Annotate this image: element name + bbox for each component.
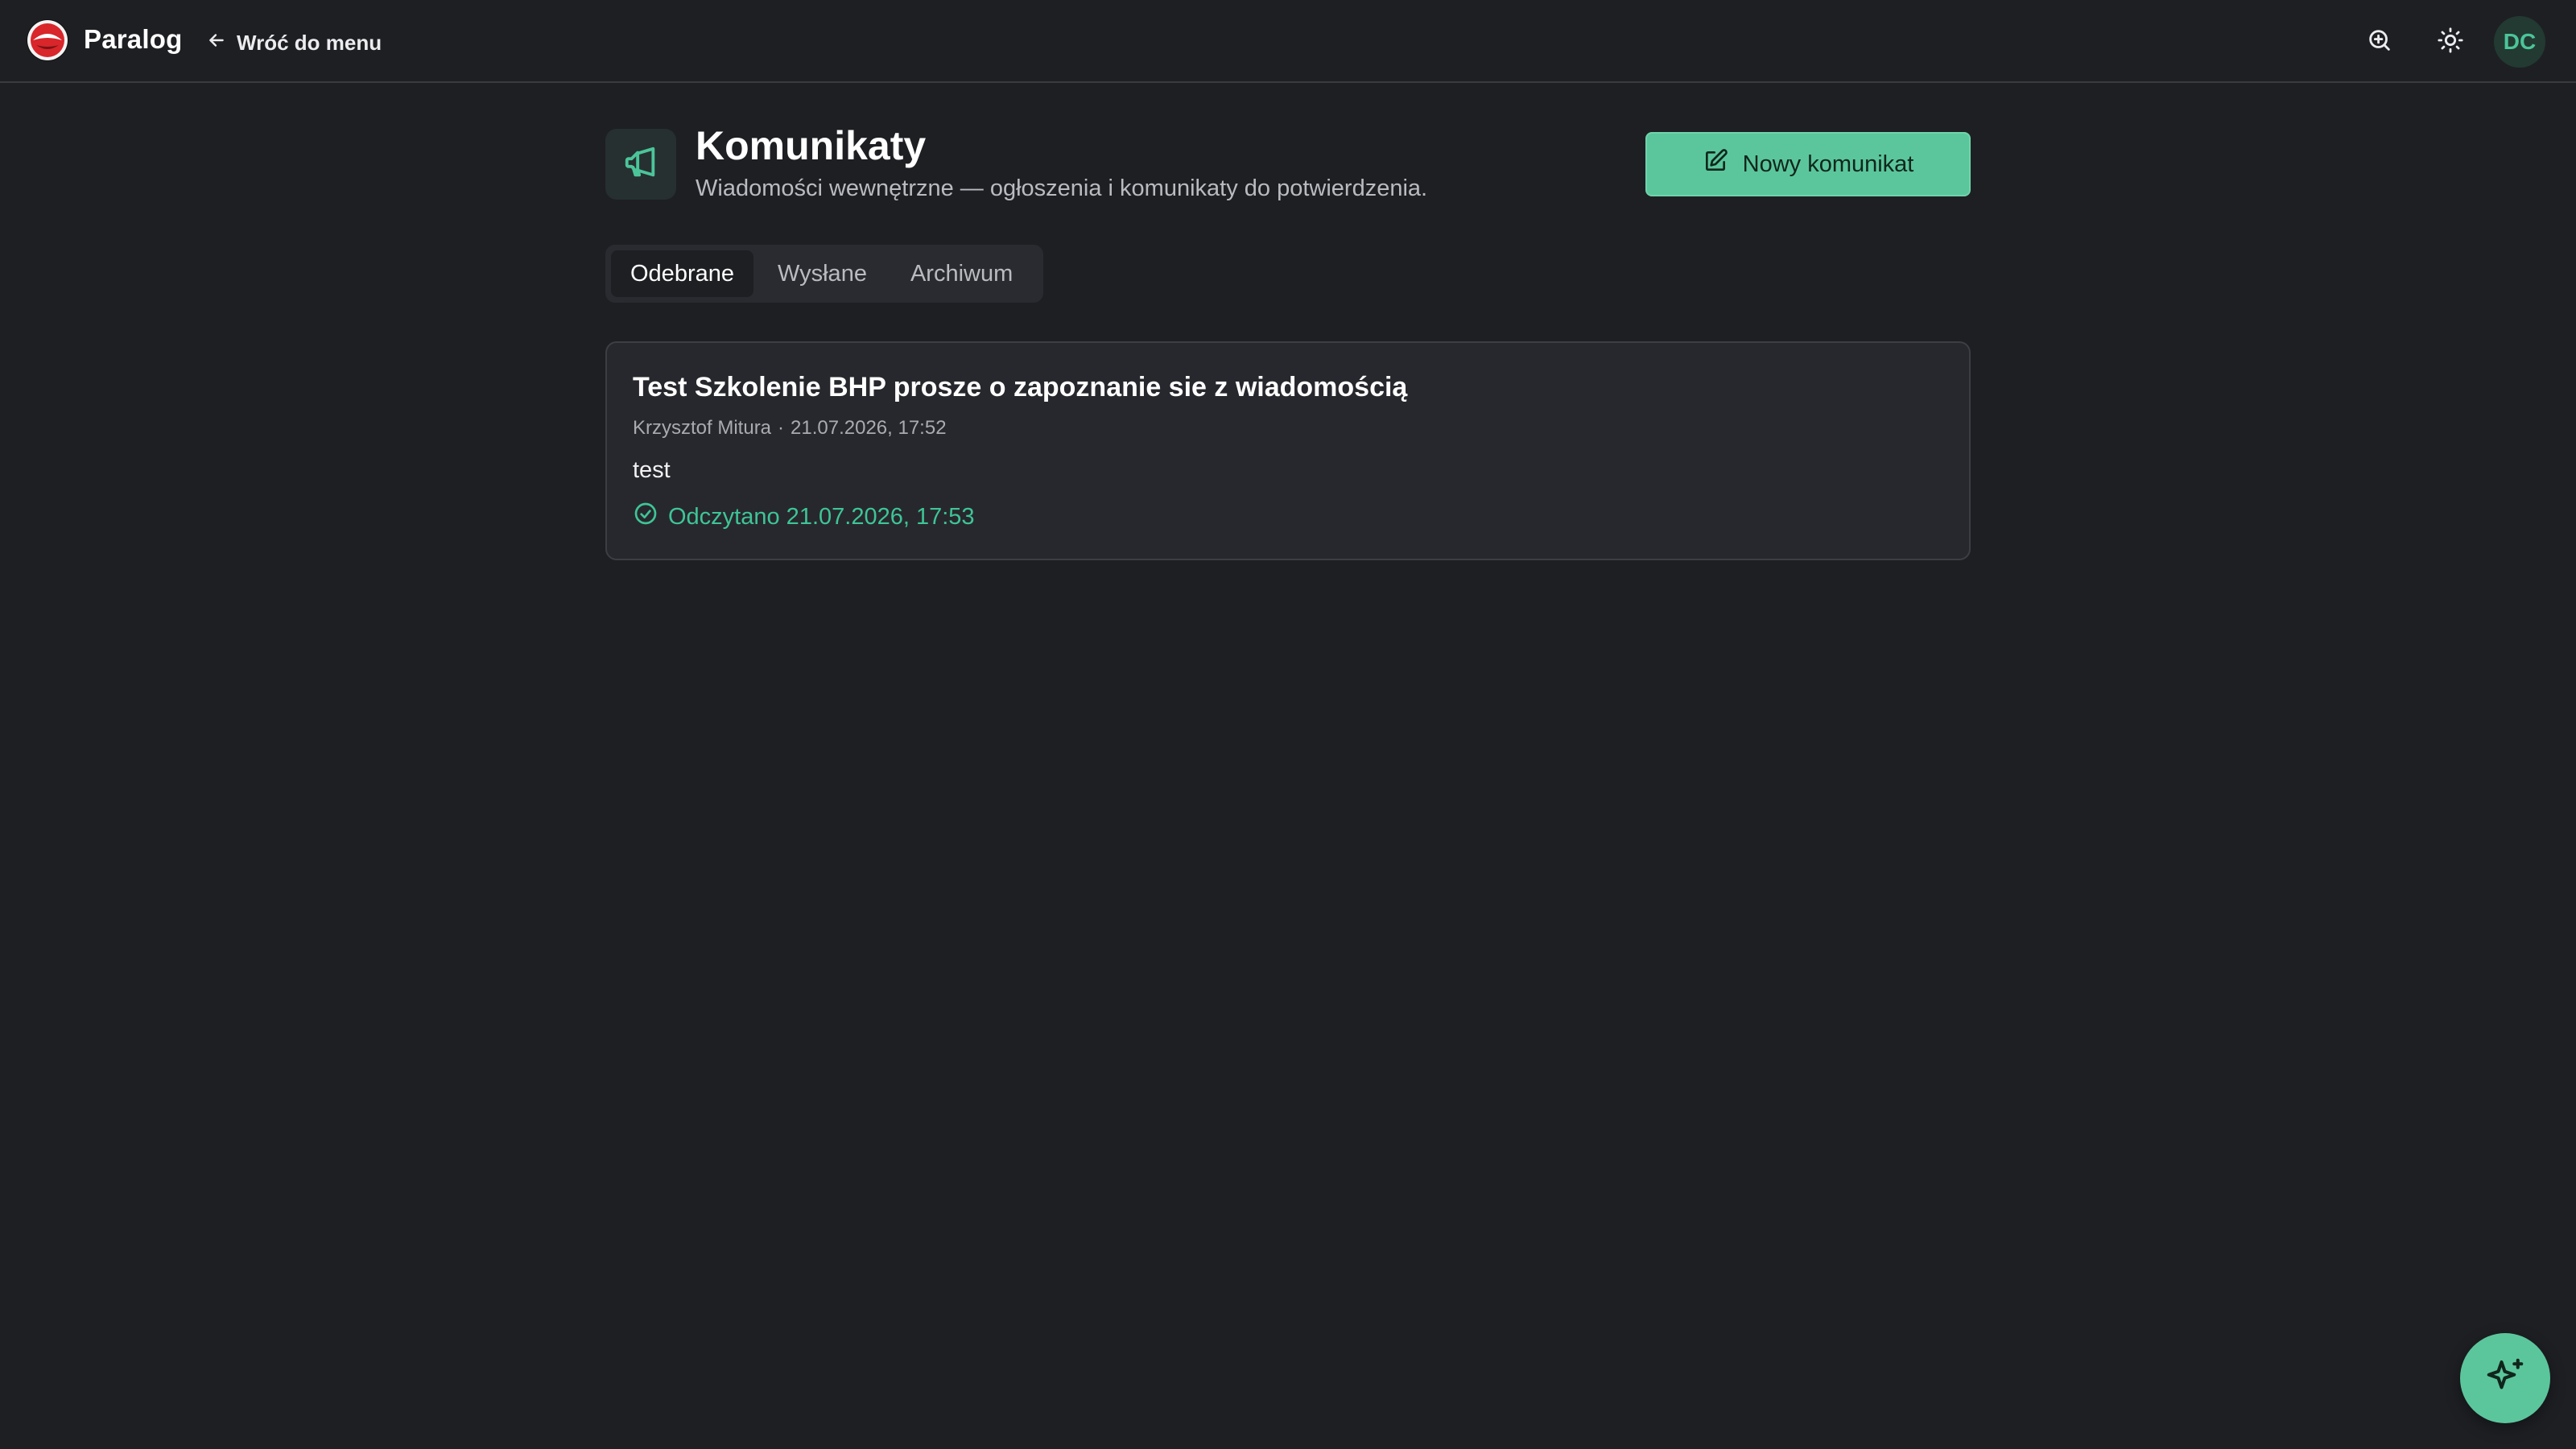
user-avatar[interactable]: DC bbox=[2494, 16, 2545, 68]
message-body: test bbox=[633, 457, 671, 483]
tab-sent[interactable]: Wysłane bbox=[758, 250, 886, 297]
arrow-left-icon bbox=[206, 30, 227, 56]
ai-assistant-button[interactable] bbox=[2460, 1333, 2550, 1423]
new-message-button[interactable]: Nowy komunikat bbox=[1645, 132, 1971, 196]
message-card[interactable]: Test Szkolenie BHP prosze o zapoznanie s… bbox=[605, 341, 1971, 560]
page-subtitle: Wiadomości wewnętrzne — ogłoszenia i kom… bbox=[696, 175, 1428, 201]
message-meta: Krzysztof Mitura · 21.07.2026, 17:52 bbox=[633, 417, 947, 440]
zoom-in-button[interactable] bbox=[2362, 24, 2397, 60]
back-to-menu-label: Wróć do menu bbox=[237, 30, 382, 55]
meta-separator: · bbox=[778, 417, 785, 439]
message-author: Krzysztof Mitura bbox=[633, 417, 772, 439]
message-title: Test Szkolenie BHP prosze o zapoznanie s… bbox=[633, 372, 1408, 402]
app-name[interactable]: Paralog bbox=[84, 24, 182, 55]
check-circle-icon bbox=[633, 501, 658, 533]
read-status-label: Odczytano 21.07.2026, 17:53 bbox=[668, 503, 975, 530]
page-title: Komunikaty bbox=[696, 123, 927, 168]
theme-toggle-button[interactable] bbox=[2433, 24, 2468, 60]
tab-archive[interactable]: Archiwum bbox=[891, 250, 1032, 297]
message-date: 21.07.2026, 17:52 bbox=[791, 417, 947, 439]
message-tabs: Odebrane Wysłane Archiwum bbox=[605, 245, 1043, 303]
new-message-label: Nowy komunikat bbox=[1742, 151, 1914, 177]
tab-received[interactable]: Odebrane bbox=[611, 250, 753, 297]
sun-icon bbox=[2437, 27, 2464, 58]
edit-icon bbox=[1703, 148, 1728, 180]
sparkles-icon bbox=[2483, 1355, 2527, 1402]
zoom-in-icon bbox=[2366, 27, 2393, 58]
top-bar: Paralog Wróć do menu DC bbox=[0, 0, 2576, 83]
megaphone-icon bbox=[622, 144, 659, 185]
megaphone-icon-box bbox=[605, 129, 676, 200]
back-to-menu-link[interactable]: Wróć do menu bbox=[206, 27, 382, 59]
read-status: Odczytano 21.07.2026, 17:53 bbox=[633, 501, 975, 533]
paralog-logo[interactable] bbox=[27, 19, 68, 61]
